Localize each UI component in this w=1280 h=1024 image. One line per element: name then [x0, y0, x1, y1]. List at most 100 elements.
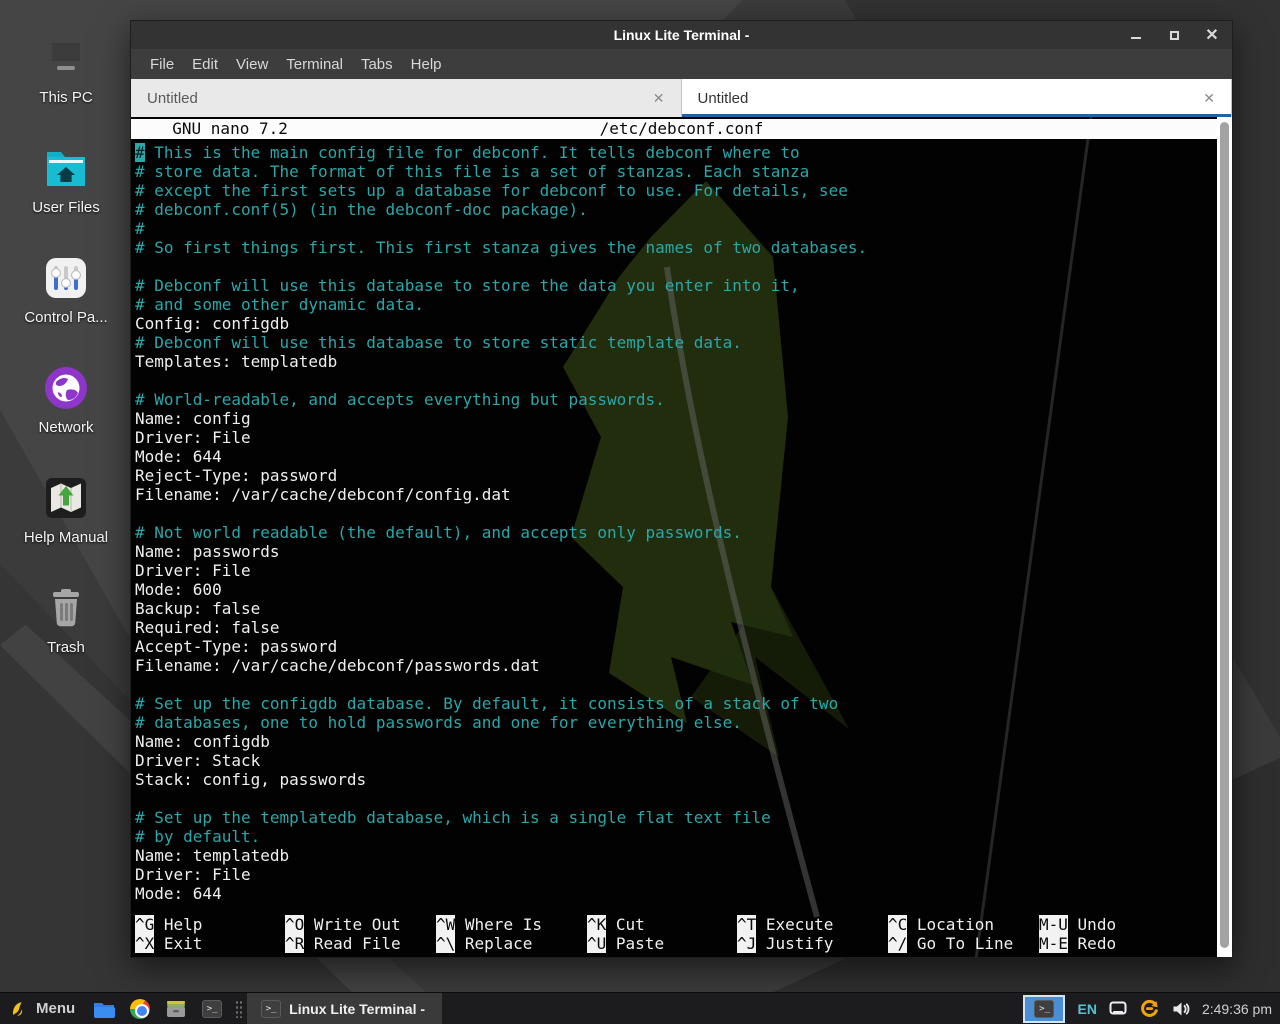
shortcut-key: ^K [587, 915, 606, 934]
desktop-icon-user-files[interactable]: User Files [0, 136, 132, 246]
shortcut-label: Replace [465, 934, 532, 953]
window-titlebar[interactable]: Linux Lite Terminal - ✕ [131, 21, 1232, 49]
tab-close-icon[interactable]: ✕ [1203, 90, 1215, 107]
file-manager-icon[interactable] [93, 998, 115, 1020]
nano-line: Filename: /var/cache/debconf/passwords.d… [135, 656, 1214, 675]
scrollbar-thumb[interactable] [1220, 122, 1229, 948]
nano-line: Filename: /var/cache/debconf/config.dat [135, 485, 1214, 504]
terminal-launcher-icon[interactable]: >_ [201, 998, 223, 1020]
window-controls: ✕ [1128, 21, 1220, 49]
tab-bar: Untitled✕Untitled✕ [131, 79, 1232, 117]
nano-shortcut-exit: ^X Exit [135, 934, 285, 953]
nano-line: # Not world readable (the default), and … [135, 523, 1214, 542]
terminal-content[interactable]: GNU nano 7.2 /etc/debconf.conf # This is… [131, 117, 1232, 957]
terminal-task-icon: >_ [261, 1000, 281, 1018]
nano-shortcut-execute: ^T Execute [737, 915, 888, 934]
shortcut-key: ^J [737, 934, 756, 953]
nano-line: Name: templatedb [135, 846, 1214, 865]
nano-shortcut-location: ^C Location [888, 915, 1039, 934]
update-notifier-icon[interactable] [1139, 998, 1160, 1019]
shortcut-key: ^O [285, 915, 304, 934]
menu-file[interactable]: File [141, 53, 183, 76]
terminal-scrollbar[interactable] [1217, 117, 1232, 957]
nano-line [135, 504, 1214, 523]
shortcut-key: ^\ [436, 934, 455, 953]
shortcut-label: Cut [616, 915, 645, 934]
nano-line: Driver: Stack [135, 751, 1214, 770]
shortcut-label: Paste [616, 934, 664, 953]
nano-line: Reject-Type: password [135, 466, 1214, 485]
shortcut-label: Exit [164, 934, 203, 953]
close-button[interactable]: ✕ [1204, 27, 1220, 43]
nano-line: # This is the main config file for debco… [135, 143, 1214, 162]
shortcut-key: M-U [1039, 915, 1068, 934]
menu-edit[interactable]: Edit [183, 53, 227, 76]
nano-line: Config: configdb [135, 314, 1214, 333]
nano-text-area[interactable]: # This is the main config file for debco… [135, 143, 1214, 903]
archive-manager-icon[interactable] [165, 998, 187, 1020]
nano-line: # debconf.conf(5) (in the debconf-doc pa… [135, 200, 1214, 219]
shortcut-key: ^/ [888, 934, 907, 953]
nano-line: Driver: File [135, 428, 1214, 447]
nano-line: Name: configdb [135, 732, 1214, 751]
keyboard-language-indicator[interactable]: EN [1077, 1001, 1096, 1017]
nano-shortcut-undo: M-U Undo [1039, 915, 1214, 934]
tray-terminal-button[interactable]: >_ [1023, 995, 1065, 1023]
start-menu-button[interactable]: Menu [0, 993, 85, 1024]
clock[interactable]: 2:49:36 pm [1202, 1001, 1272, 1017]
display-settings-icon[interactable] [1109, 1001, 1127, 1016]
terminal-tab-2[interactable]: Untitled✕ [682, 79, 1233, 117]
nano-line [135, 675, 1214, 694]
menu-tabs[interactable]: Tabs [352, 53, 402, 76]
nano-line: Required: false [135, 618, 1214, 637]
nano-line: Driver: File [135, 865, 1214, 884]
nano-line: # databases, one to hold passwords and o… [135, 713, 1214, 732]
nano-line: Name: config [135, 409, 1214, 428]
nano-shortcut-bar: ^G Help^O Write Out^W Where Is^K Cut^T E… [135, 915, 1214, 953]
nano-line: # except the first sets up a database fo… [135, 181, 1214, 200]
trash-icon [42, 584, 90, 632]
desktop-icon-control-panel[interactable]: Control Pa... [0, 246, 132, 356]
control-panel-icon [42, 254, 90, 302]
desktop-icon-list: This PCUser FilesControl Pa...NetworkHel… [0, 26, 132, 686]
nano-shortcut-redo: M-E Redo [1039, 934, 1214, 953]
tab-close-icon[interactable]: ✕ [653, 90, 665, 107]
desktop-icon-this-pc[interactable]: This PC [0, 26, 132, 136]
taskbar-window-button[interactable]: >_ Linux Lite Terminal - [247, 993, 442, 1024]
shortcut-key: ^W [436, 915, 455, 934]
shortcut-label: Help [164, 915, 203, 934]
nano-line: Mode: 600 [135, 580, 1214, 599]
nano-filename: /etc/debconf.conf [131, 119, 1232, 139]
shortcut-label: Where Is [465, 915, 542, 934]
volume-icon[interactable] [1172, 1001, 1190, 1017]
shortcut-key: ^G [135, 915, 154, 934]
panel-separator-handle[interactable] [235, 1000, 243, 1018]
desktop-icon-network[interactable]: Network [0, 356, 132, 466]
menu-help[interactable]: Help [402, 53, 451, 76]
menu-label: Menu [36, 1000, 75, 1017]
nano-line: Backup: false [135, 599, 1214, 618]
computer-icon [42, 34, 90, 82]
nano-line [135, 371, 1214, 390]
shortcut-label: Undo [1078, 915, 1117, 934]
chrome-browser-icon[interactable] [129, 998, 151, 1020]
menu-view[interactable]: View [227, 53, 277, 76]
nano-line: # Debconf will use this database to stor… [135, 333, 1214, 352]
text-cursor: # [135, 143, 145, 162]
minimize-button[interactable] [1128, 27, 1144, 43]
desktop-icon-help-manual[interactable]: Help Manual [0, 466, 132, 576]
nano-line: # So first things first. This first stan… [135, 238, 1214, 257]
nano-line: Mode: 644 [135, 447, 1214, 466]
desktop-icon-trash[interactable]: Trash [0, 576, 132, 686]
nano-line: # by default. [135, 827, 1214, 846]
nano-shortcut-justify: ^J Justify [737, 934, 888, 953]
tray-terminal-icon: >_ [1034, 1000, 1054, 1018]
nano-line: Stack: config, passwords [135, 770, 1214, 789]
maximize-button[interactable] [1166, 27, 1182, 43]
task-button-label: Linux Lite Terminal - [289, 1001, 425, 1017]
system-tray: >_ EN [1023, 993, 1280, 1024]
menu-terminal[interactable]: Terminal [277, 53, 352, 76]
nano-shortcut-paste: ^U Paste [587, 934, 737, 953]
nano-line: Name: passwords [135, 542, 1214, 561]
terminal-tab-1[interactable]: Untitled✕ [131, 79, 682, 117]
